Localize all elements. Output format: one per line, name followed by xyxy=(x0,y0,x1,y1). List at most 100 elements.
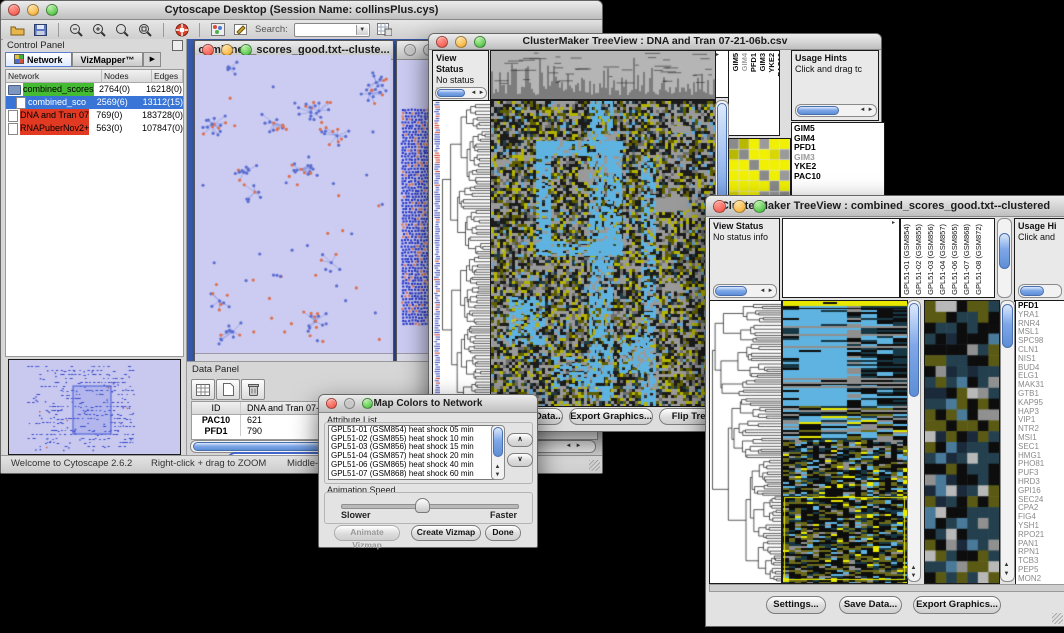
column-labels-vscrollbar[interactable] xyxy=(997,218,1012,298)
save-icon[interactable] xyxy=(32,22,49,37)
move-up-button[interactable]: ∧ xyxy=(507,433,533,447)
heatmap-vscrollbar[interactable]: ▲▼ xyxy=(907,300,921,582)
attribute-list[interactable]: GPL51-01 (GSM854) heat shock 05 minGPL51… xyxy=(328,425,495,480)
zoom-window-icon[interactable] xyxy=(753,200,766,213)
help-ring-icon[interactable] xyxy=(173,22,190,37)
control-panel-title: Control Panel xyxy=(3,39,186,52)
gene-list-vscrollbar[interactable]: ▲▼ xyxy=(1000,300,1015,582)
scroll-left-icon[interactable]: ◄ xyxy=(564,442,573,450)
import-table-icon[interactable] xyxy=(376,22,393,37)
zoom-selected-icon[interactable] xyxy=(137,22,154,37)
main-title-bar[interactable]: Cytoscape Desktop (Session Name: collins… xyxy=(1,1,602,20)
usage-hscrollbar[interactable] xyxy=(1018,284,1062,298)
attribute-item[interactable]: GPL51-07 (GSM868) heat shock 60 min xyxy=(331,470,494,479)
create-vizmap-button[interactable]: Create Vizmap xyxy=(411,525,481,541)
column-tree-area[interactable] xyxy=(782,218,898,298)
search-input[interactable]: ▼ xyxy=(294,23,370,37)
animate-vizmap-button[interactable]: Animate Vizmap xyxy=(334,525,400,541)
column-label: GPL51-06 (GSM865) xyxy=(951,224,959,295)
zoom-window-icon[interactable] xyxy=(474,36,486,48)
network-list-header[interactable]: Network Nodes Edges xyxy=(6,70,183,83)
column-label: GIM3 xyxy=(759,53,767,71)
network-list-row[interactable]: RNAPuberNov2+563(0)107847(0) xyxy=(6,122,183,135)
corner-spacer: ▸ xyxy=(715,50,729,98)
column-labels[interactable]: GPL51-01 (GSM854)GPL51-02 (GSM855)GPL51-… xyxy=(900,218,995,298)
network-list-row[interactable]: combined_sco2569(6)13112(15) xyxy=(6,96,183,109)
bottom-strip xyxy=(709,584,1064,592)
resize-grip[interactable] xyxy=(1052,613,1063,624)
network-nodes-cell: 563(0) xyxy=(94,122,140,135)
button-save-data[interactable]: Save Data... xyxy=(839,596,902,614)
heatmap-canvas[interactable] xyxy=(782,300,908,584)
treeview1-title-bar[interactable]: ClusterMaker TreeView : DNA and Tran 07-… xyxy=(429,34,881,50)
close-icon[interactable] xyxy=(326,398,337,409)
network-list-row[interactable]: DNA and Tran 07769(0)183728(0) xyxy=(6,109,183,122)
heatmap-canvas[interactable] xyxy=(490,100,716,407)
minimize-icon[interactable] xyxy=(733,200,746,213)
view-status-panel: View StatusNo status info f ◄► xyxy=(432,50,489,102)
button-export-graphics[interactable]: Export Graphics... xyxy=(913,596,1001,614)
network-edges-cell: 107847(0) xyxy=(140,122,183,135)
column-label: GPL51-07 (GSM868) xyxy=(963,224,971,295)
birdseye-navigator[interactable] xyxy=(8,359,181,455)
resize-grip[interactable] xyxy=(589,460,600,471)
float-panel-icon[interactable] xyxy=(172,40,183,51)
network-grid-canvas[interactable] xyxy=(400,107,430,327)
move-down-button[interactable]: ∨ xyxy=(507,453,533,467)
tab-network[interactable]: Network xyxy=(5,52,72,67)
column-label: PAC10 xyxy=(777,53,780,77)
zoom-out-icon[interactable] xyxy=(68,22,85,37)
treeview2-title-bar[interactable]: ClusterMaker TreeView : combined_scores_… xyxy=(706,196,1064,217)
global-matrix-thumbnail[interactable] xyxy=(728,138,791,203)
tab-vizmapper[interactable]: VizMapper™ xyxy=(72,52,144,67)
close-icon[interactable] xyxy=(8,4,20,16)
open-icon[interactable] xyxy=(9,22,26,37)
zoom-in-icon[interactable] xyxy=(91,22,108,37)
button-export-graphics[interactable]: Export Graphics... xyxy=(569,408,653,425)
attribute-table-icon[interactable] xyxy=(191,379,215,400)
zoom-detail-canvas[interactable] xyxy=(924,300,1000,584)
vizmap-icon[interactable] xyxy=(209,22,226,37)
minimize-icon[interactable] xyxy=(455,36,467,48)
network-view-hscrollbar[interactable] xyxy=(195,353,393,361)
new-attribute-icon[interactable] xyxy=(216,379,240,400)
file-icon xyxy=(16,97,26,109)
gene-label[interactable]: MON2 xyxy=(1018,575,1064,584)
close-icon[interactable] xyxy=(713,200,726,213)
close-icon[interactable] xyxy=(436,36,448,48)
faster-label: Faster xyxy=(490,510,517,520)
view-status-hscrollbar[interactable]: ◄► xyxy=(713,284,777,298)
network-name-cell: combined_scores xyxy=(6,83,97,96)
minimize-icon[interactable] xyxy=(344,398,355,409)
button-settings[interactable]: Settings... xyxy=(766,596,826,614)
row-dendrogram[interactable] xyxy=(440,100,491,407)
window-controls[interactable] xyxy=(8,1,58,16)
network-name-cell: DNA and Tran 07 xyxy=(6,109,94,122)
dialog-title-bar[interactable]: Map Colors to Network xyxy=(319,395,537,413)
scroll-right-icon[interactable]: ► xyxy=(574,442,583,450)
done-button[interactable]: Done xyxy=(485,525,521,541)
annotation-icon[interactable] xyxy=(232,22,249,37)
speed-slider-thumb[interactable] xyxy=(415,498,430,513)
column-labels[interactable]: GIM5GIM4PFD1GIM3YKE2PAC10 xyxy=(728,50,780,136)
chevron-down-icon[interactable]: ▼ xyxy=(356,25,368,35)
close-icon[interactable] xyxy=(404,44,416,56)
main-window-title: Cytoscape Desktop (Session Name: collins… xyxy=(165,4,439,16)
zoom-window-icon[interactable] xyxy=(362,398,373,409)
column-dendrogram[interactable] xyxy=(490,50,716,100)
treeview1-title: ClusterMaker TreeView : DNA and Tran 07-… xyxy=(523,35,788,47)
network-list-row[interactable]: combined_scores2764(0)16218(0) xyxy=(6,83,183,96)
view-status-hscrollbar[interactable]: ◄► xyxy=(435,87,487,99)
network-canvas[interactable] xyxy=(195,55,391,353)
usage-hscrollbar[interactable]: ◄► xyxy=(795,104,877,117)
row-labels-list[interactable]: GIM5GIM4PFD1GIM3YKE2PAC10 xyxy=(791,122,885,205)
speed-slider-track[interactable] xyxy=(341,504,519,509)
gene-list[interactable]: PFD1YRA1RNR4MSL1SPC98CLN1NIS1BUD4ELG1MAK… xyxy=(1015,300,1064,586)
tab-overflow-button[interactable]: ▶ xyxy=(143,52,161,67)
minimize-icon[interactable] xyxy=(27,4,39,16)
row-dendrogram[interactable] xyxy=(709,300,782,584)
zoom-window-icon[interactable] xyxy=(46,4,58,16)
delete-attribute-icon[interactable] xyxy=(241,379,265,400)
attribute-list-vscrollbar[interactable]: ▲▼ xyxy=(491,425,505,480)
zoom-fit-icon[interactable] xyxy=(114,22,131,37)
